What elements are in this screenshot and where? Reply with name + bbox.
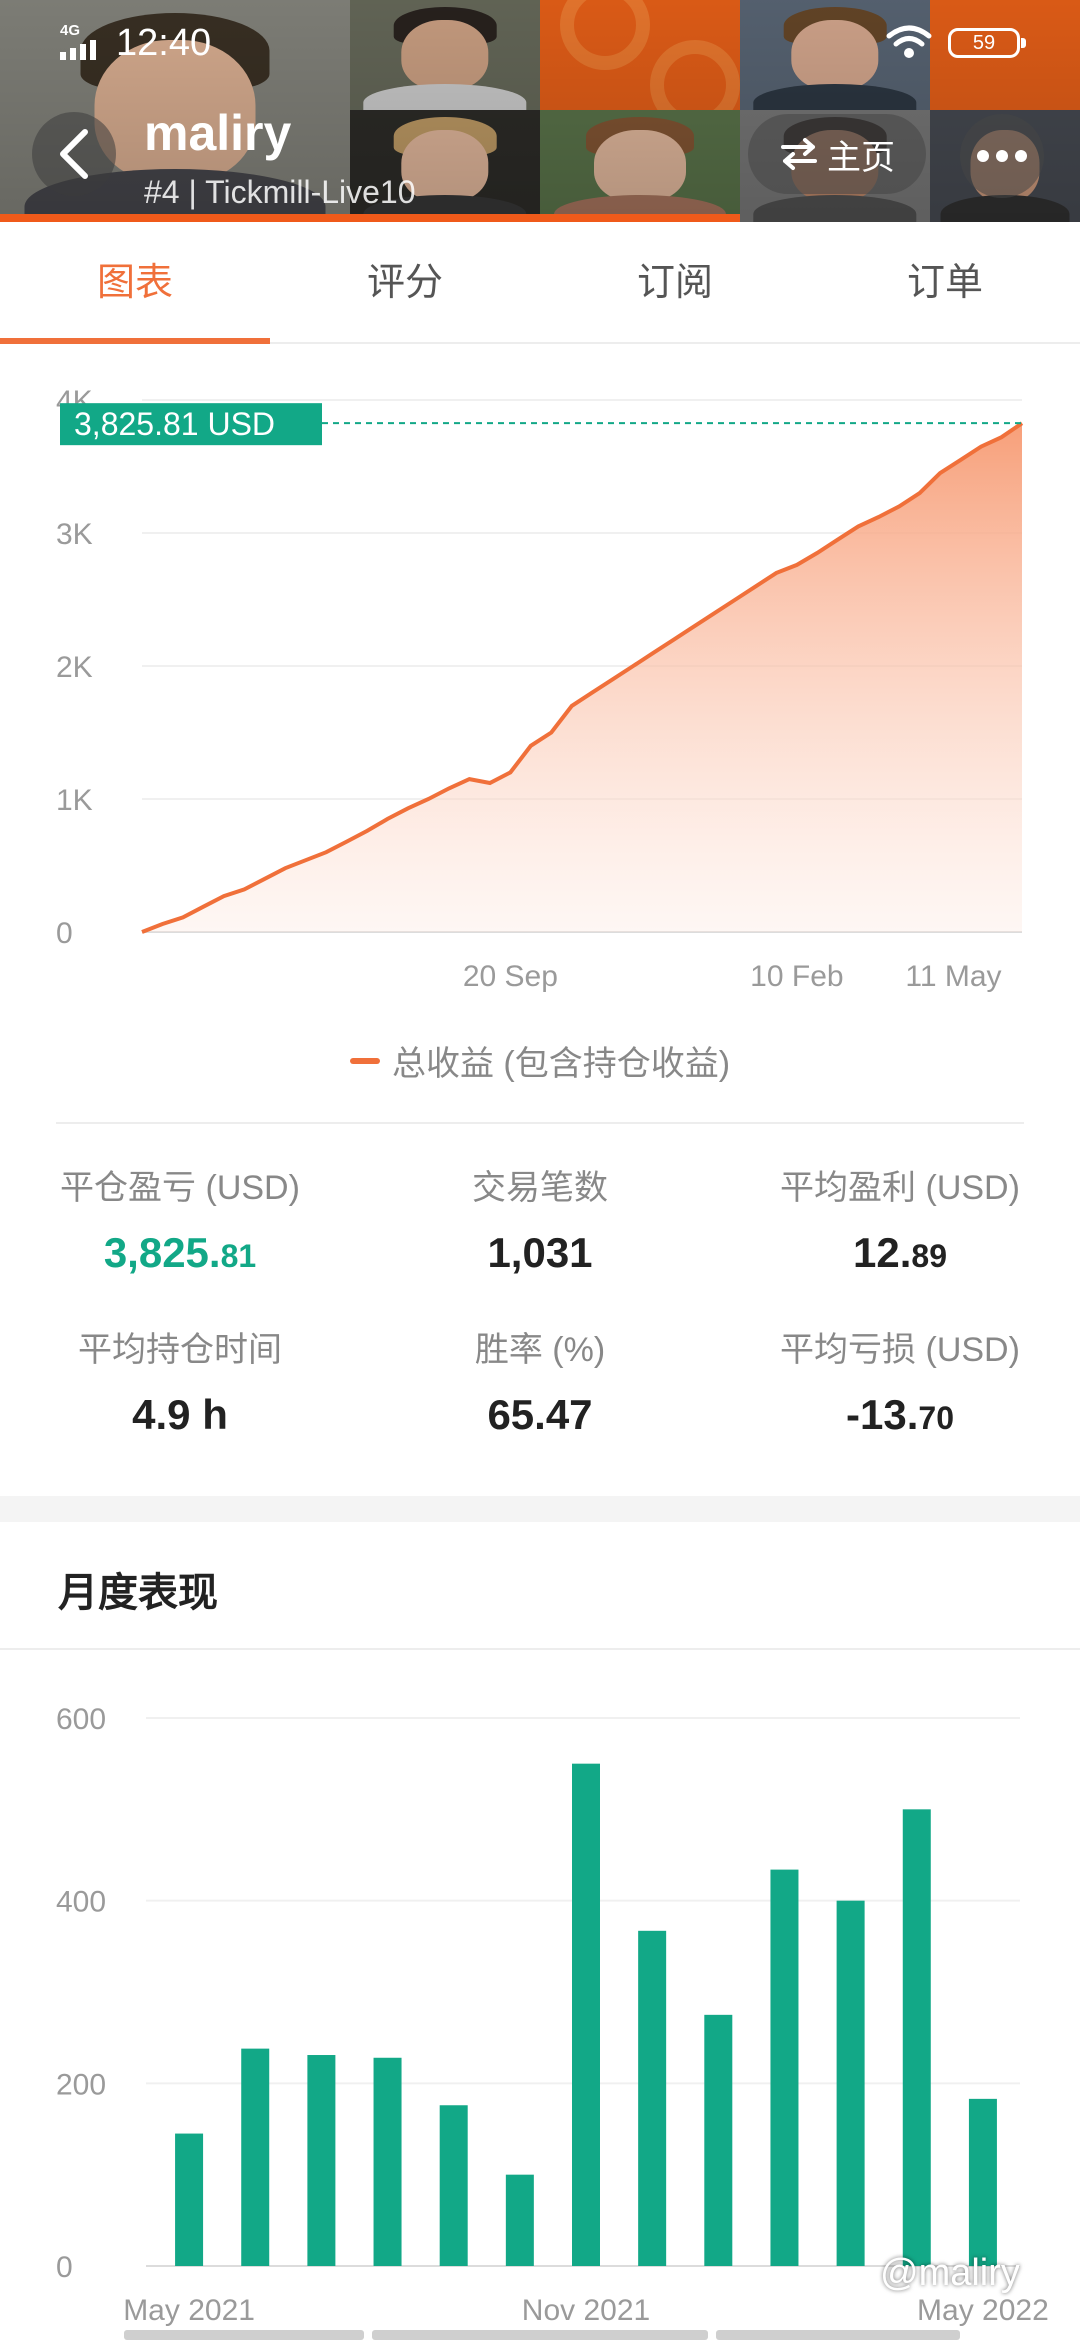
monthly-bar[interactable]: [968, 2098, 997, 2266]
monthly-bar[interactable]: [836, 1900, 865, 2266]
header-accent-line: [0, 214, 740, 222]
home-button[interactable]: 主页: [748, 114, 926, 194]
legend-swatch: [349, 1057, 380, 1064]
monthly-bar[interactable]: [572, 1763, 600, 2266]
y-tick-label: 0: [56, 2251, 73, 2284]
y-tick-label: 200: [56, 2068, 106, 2101]
tab-chart[interactable]: 图表: [0, 222, 270, 344]
stat-avg-profit: 平均盈利 (USD) 12.89: [720, 1160, 1080, 1277]
more-button[interactable]: [960, 114, 1044, 198]
stat-label: 平均持仓时间: [78, 1331, 282, 1369]
x-tick-label: Nov 2021: [522, 2294, 650, 2327]
y-tick-label: 3K: [56, 518, 93, 551]
x-tick-label: 11 May: [905, 960, 1001, 993]
status-time: 12:40: [116, 22, 212, 64]
tab-subscribe[interactable]: 订阅: [540, 222, 810, 342]
signal-icon: [60, 40, 96, 60]
legend-label: 总收益 (包含持仓收益): [391, 1045, 731, 1083]
stat-avg-hold-time: 平均持仓时间 4.9 h: [0, 1322, 360, 1439]
monthly-bar[interactable]: [704, 2014, 733, 2266]
x-tick-label: 10 Feb: [750, 960, 843, 993]
y-tick-label: 1K: [56, 784, 93, 817]
profit-chart-legend: 总收益 (包含持仓收益): [0, 1036, 1080, 1085]
stat-value: 3,825.81: [103, 1229, 257, 1276]
more-dot-icon: [977, 150, 989, 162]
monthly-bar[interactable]: [638, 1930, 667, 2266]
tab-rating[interactable]: 评分: [270, 222, 540, 342]
stat-value: 12.89: [853, 1229, 947, 1276]
y-tick-label: 600: [56, 1703, 106, 1736]
stat-label: 胜率 (%): [474, 1331, 606, 1369]
section-separator: [0, 1496, 1080, 1522]
y-tick-label: 2K: [56, 651, 93, 684]
monthly-performance-title: 月度表现: [58, 1571, 218, 1615]
network-type: 4G: [60, 22, 81, 39]
profile-header: 4G 12:40 59 maliry #4 | Tickmill-Live10 …: [0, 0, 1080, 222]
profit-area-fill: [142, 423, 1022, 932]
tab-bar: 图表 评分 订阅 订单: [0, 222, 1080, 344]
stat-value: 65.47: [487, 1391, 593, 1438]
x-tick-label: 20 Sep: [463, 960, 558, 993]
watermark: @maliry: [880, 2252, 1020, 2294]
monthly-bar[interactable]: [373, 2057, 402, 2266]
stat-closed-pnl: 平仓盈亏 (USD) 3,825.81: [0, 1160, 360, 1277]
monthly-bar-chart: 0 200 400 600 May 2021 Nov 2021 May 2022: [56, 1703, 1049, 2327]
profit-area-chart: 01K2K3K4K 3,825.81 USD 20 Sep 10 Feb 11 Ma…: [56, 385, 1024, 993]
monthly-bar[interactable]: [902, 1809, 931, 2266]
more-dot-icon: [1015, 150, 1027, 162]
section-divider: [56, 1122, 1024, 1124]
monthly-bar[interactable]: [505, 2174, 534, 2266]
swap-icon: [781, 138, 817, 170]
stat-label: 平均盈利 (USD): [780, 1169, 1020, 1207]
more-dot-icon: [996, 150, 1008, 162]
x-tick-label: May 2021: [123, 2294, 255, 2327]
stat-value: -13.70: [846, 1391, 954, 1438]
user-name: maliry: [144, 105, 292, 161]
stat-label: 交易笔数: [472, 1169, 608, 1207]
chevron-left-icon: [60, 129, 88, 179]
chart-scrollbar-segment[interactable]: [716, 2330, 960, 2340]
section-divider: [0, 1648, 1080, 1650]
x-tick-label: May 2022: [917, 2294, 1049, 2327]
chart-scrollbar-segment[interactable]: [372, 2330, 708, 2340]
y-tick-label: 0: [56, 917, 73, 950]
monthly-bar[interactable]: [241, 2048, 270, 2266]
final-value-badge-text: 3,825.81 USD: [74, 406, 275, 442]
monthly-bar[interactable]: [770, 1869, 799, 2266]
stat-win-rate: 胜率 (%) 65.47: [360, 1322, 720, 1439]
back-button[interactable]: [32, 112, 116, 196]
y-tick-label: 400: [56, 1886, 106, 1919]
battery-icon: 59: [948, 28, 1026, 58]
status-bar: 4G 12:40 59: [0, 0, 1080, 80]
home-button-label: 主页: [827, 138, 895, 177]
stat-label: 平均亏损 (USD): [780, 1331, 1020, 1369]
tab-orders[interactable]: 订单: [810, 222, 1080, 342]
monthly-bar[interactable]: [439, 2105, 468, 2266]
monthly-bar[interactable]: [307, 2055, 336, 2266]
stat-label: 平仓盈亏 (USD): [60, 1169, 300, 1207]
stat-value: 1,031: [487, 1229, 593, 1276]
stat-trades: 交易笔数 1,031: [360, 1160, 720, 1277]
wifi-icon: [886, 25, 932, 58]
chart-scrollbar-segment[interactable]: [124, 2330, 364, 2340]
monthly-bar[interactable]: [175, 2133, 204, 2266]
stat-value: 4.9 h: [132, 1391, 228, 1438]
account-info: #4 | Tickmill-Live10: [144, 174, 416, 210]
stat-avg-loss: 平均亏损 (USD) -13.70: [720, 1322, 1080, 1439]
